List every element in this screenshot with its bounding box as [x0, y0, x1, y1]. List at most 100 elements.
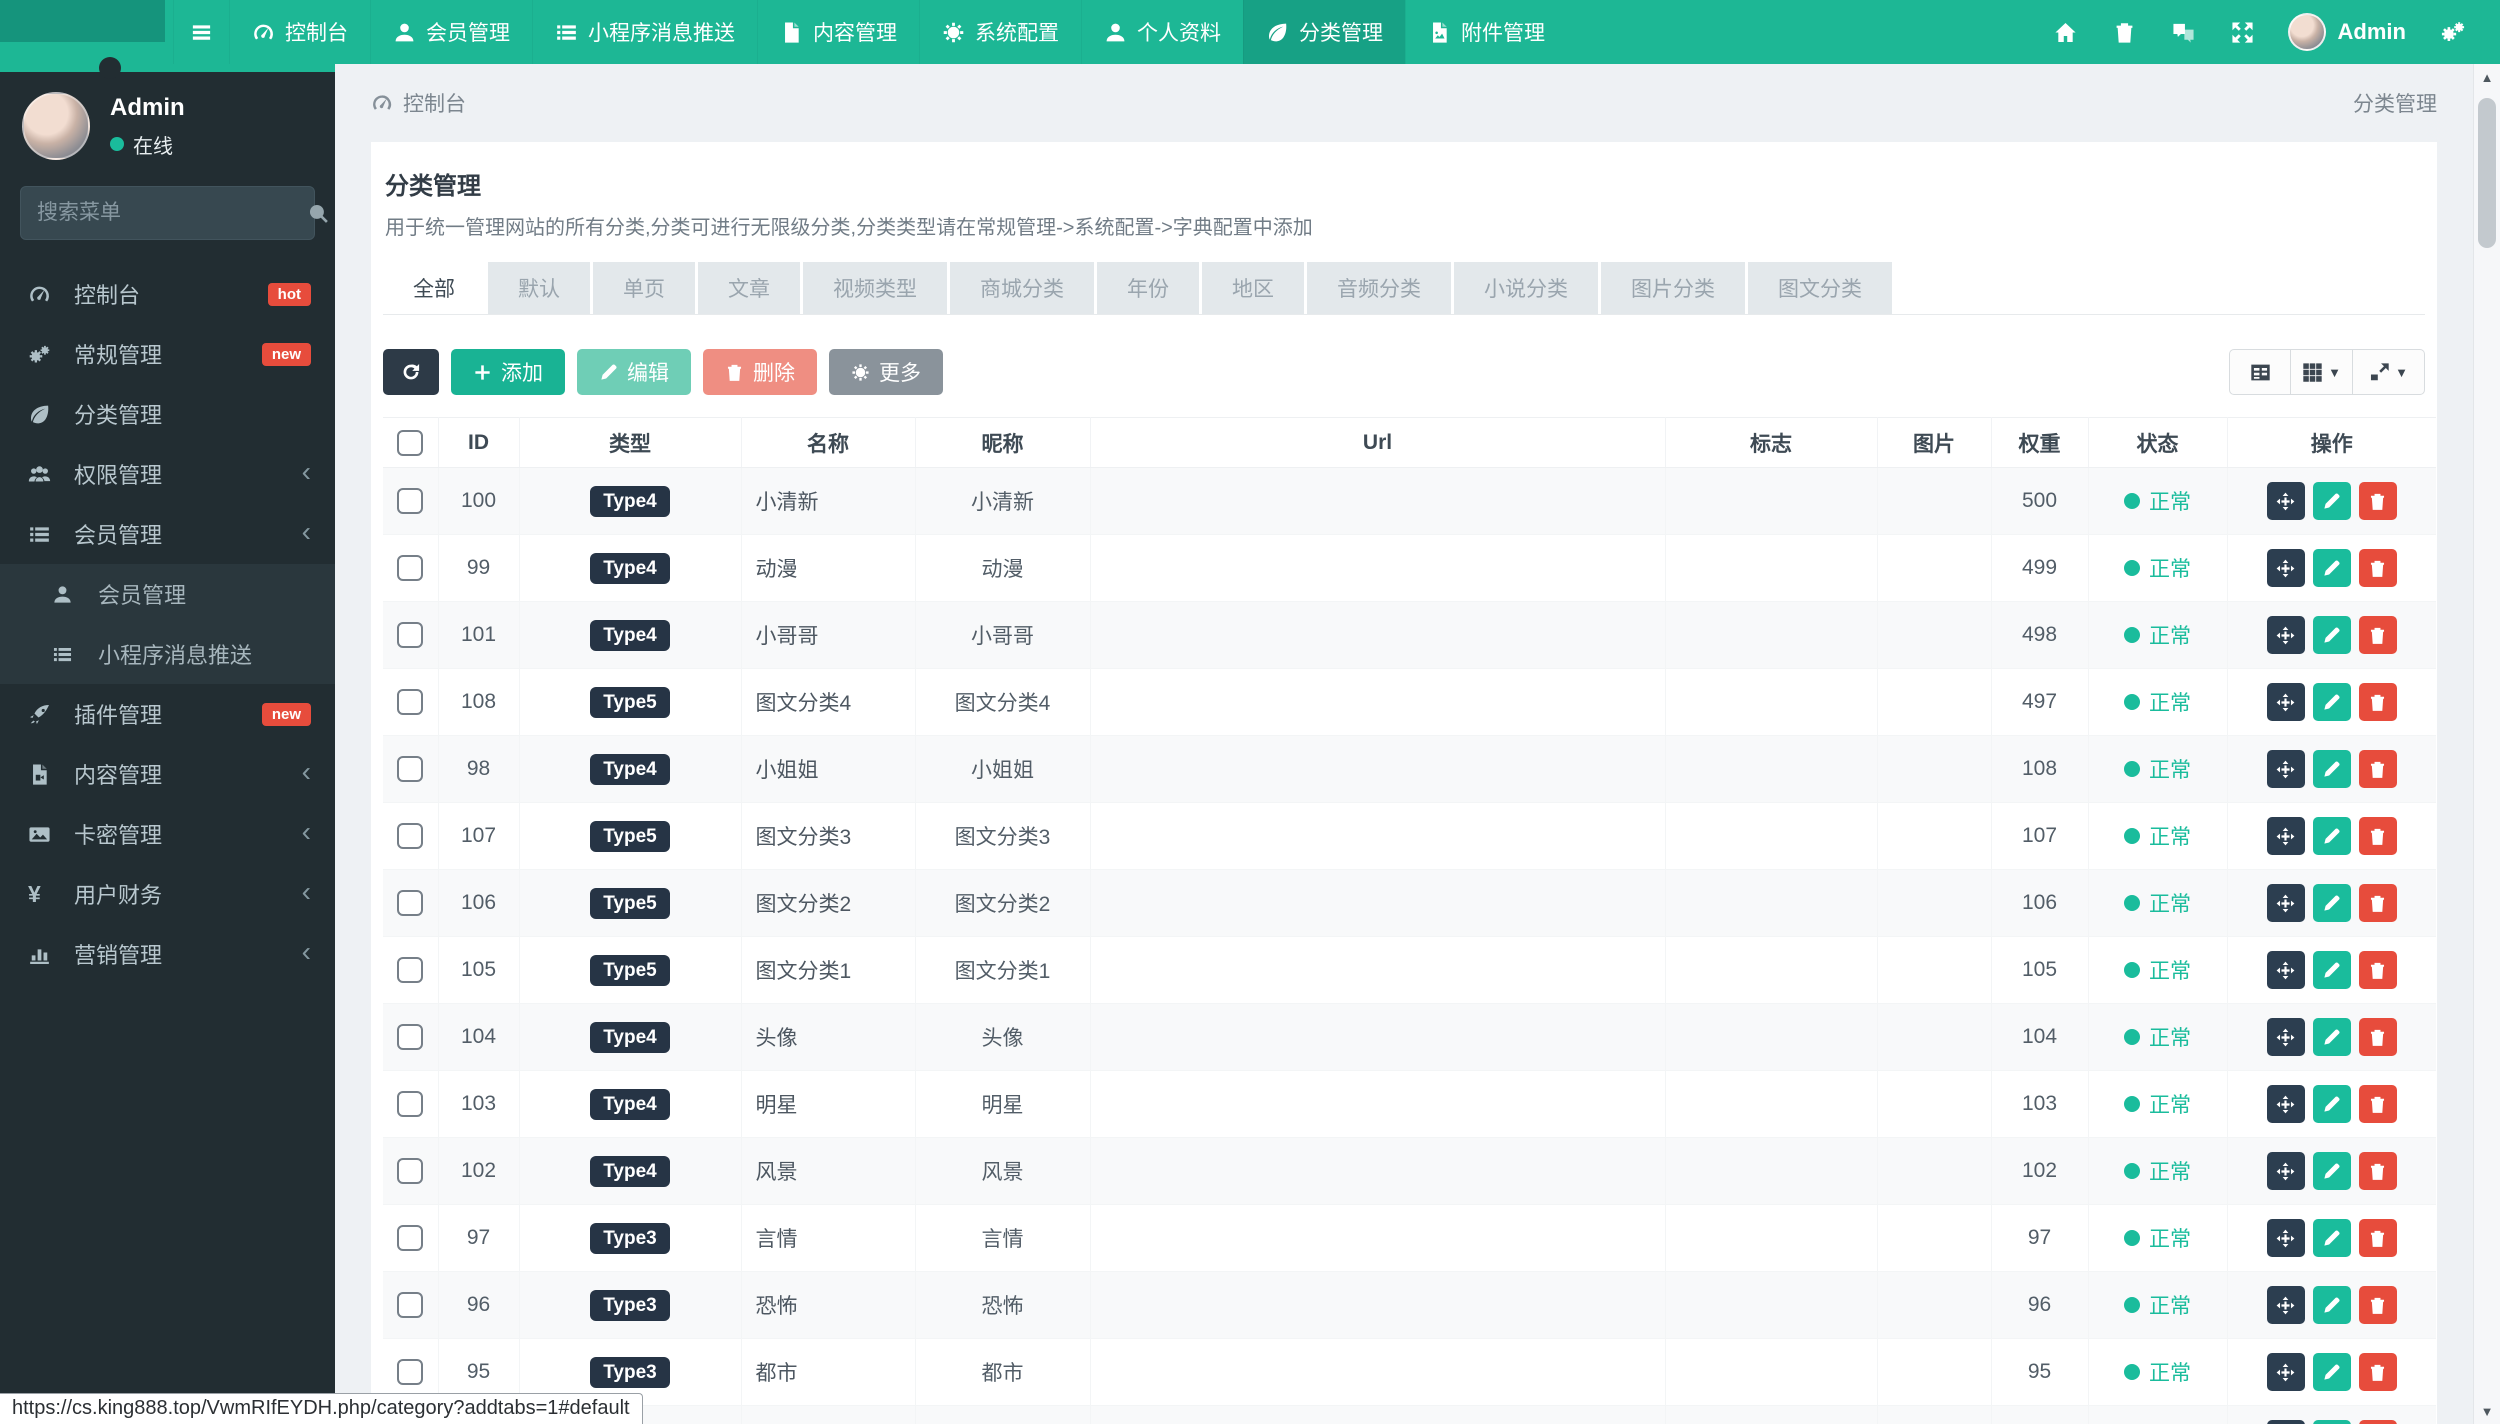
navbar-item-miniapp-push[interactable]: 小程序消息推送: [532, 0, 757, 64]
column-header-5[interactable]: 标志: [1665, 417, 1878, 468]
edit-row-button[interactable]: [2312, 1219, 2351, 1257]
column-header-0[interactable]: ID: [438, 417, 520, 468]
edit-row-button[interactable]: [2312, 884, 2351, 922]
delete-row-button[interactable]: [2358, 616, 2397, 654]
row-checkbox[interactable]: [397, 555, 424, 581]
view-grid-button[interactable]: ▼: [2291, 349, 2353, 395]
delete-row-button[interactable]: [2358, 1420, 2397, 1424]
move-button[interactable]: [2266, 1219, 2305, 1257]
column-header-1[interactable]: 类型: [519, 417, 742, 468]
clear-cache-button[interactable]: [2095, 0, 2154, 64]
move-button[interactable]: [2266, 1152, 2305, 1190]
sidebar-item-content-manage[interactable]: 内容管理 ‹: [0, 744, 335, 804]
row-checkbox[interactable]: [397, 1292, 424, 1318]
tab-all[interactable]: 全部: [383, 262, 485, 314]
sidebar-item-member-manage-sub[interactable]: 会员管理: [0, 564, 335, 624]
edit-row-button[interactable]: [2312, 549, 2351, 587]
tab-default[interactable]: 默认: [488, 262, 590, 314]
move-button[interactable]: [2266, 1353, 2305, 1391]
navbar-item-attachment-manage[interactable]: 附件管理: [1405, 0, 1567, 64]
edit-row-button[interactable]: [2312, 951, 2351, 989]
navbar-item-console[interactable]: 控制台: [229, 0, 370, 64]
move-button[interactable]: [2266, 1286, 2305, 1324]
edit-row-button[interactable]: [2312, 616, 2351, 654]
sidebar-item-general-manage[interactable]: 常规管理 new: [0, 324, 335, 384]
tab-mall[interactable]: 商城分类: [950, 262, 1094, 314]
move-button[interactable]: [2266, 482, 2305, 520]
delete-row-button[interactable]: [2358, 1018, 2397, 1056]
edit-row-button[interactable]: [2312, 482, 2351, 520]
tab-page[interactable]: 单页: [593, 262, 695, 314]
row-checkbox[interactable]: [397, 957, 424, 983]
select-all-checkbox[interactable]: [397, 429, 424, 456]
sidebar-item-user-finance[interactable]: ¥ 用户财务 ‹: [0, 864, 335, 924]
row-checkbox[interactable]: [397, 1091, 424, 1117]
tab-imagetext[interactable]: 图文分类: [1748, 262, 1892, 314]
row-checkbox[interactable]: [397, 1158, 424, 1184]
edit-row-button[interactable]: [2312, 1286, 2351, 1324]
column-header-6[interactable]: 图片: [1877, 417, 1992, 468]
row-checkbox[interactable]: [397, 1024, 424, 1050]
move-button[interactable]: [2266, 616, 2305, 654]
row-checkbox[interactable]: [397, 890, 424, 916]
row-checkbox[interactable]: [397, 689, 424, 715]
column-header-4[interactable]: Url: [1090, 417, 1666, 468]
tab-article[interactable]: 文章: [698, 262, 800, 314]
delete-row-button[interactable]: [2358, 1152, 2397, 1190]
edit-row-button[interactable]: [2312, 683, 2351, 721]
column-header-7[interactable]: 权重: [1991, 417, 2089, 468]
delete-row-button[interactable]: [2358, 750, 2397, 788]
row-checkbox[interactable]: [397, 622, 424, 648]
sidebar-item-category-manage[interactable]: 分类管理: [0, 384, 335, 444]
navbar-item-category-manage[interactable]: 分类管理: [1243, 0, 1405, 64]
search-icon[interactable]: [308, 203, 329, 224]
tab-video-type[interactable]: 视频类型: [803, 262, 947, 314]
navbar-item-member-manage[interactable]: 会员管理: [370, 0, 532, 64]
row-checkbox[interactable]: [397, 488, 424, 514]
edit-row-button[interactable]: [2312, 1353, 2351, 1391]
navbar-item-content-manage[interactable]: 内容管理: [757, 0, 919, 64]
fullscreen-button[interactable]: [2213, 0, 2272, 64]
move-button[interactable]: [2266, 817, 2305, 855]
move-button[interactable]: [2266, 1018, 2305, 1056]
delete-row-button[interactable]: [2358, 884, 2397, 922]
sidebar-item-marketing-manage[interactable]: 营销管理 ‹: [0, 924, 335, 984]
sidebar-item-miniapp-push-sub[interactable]: 小程序消息推送: [0, 624, 335, 684]
move-button[interactable]: [2266, 750, 2305, 788]
navbar-item-menu-toggle[interactable]: [173, 0, 229, 64]
tab-region[interactable]: 地区: [1202, 262, 1304, 314]
delete-row-button[interactable]: [2358, 482, 2397, 520]
delete-row-button[interactable]: [2358, 1353, 2397, 1391]
more-button[interactable]: 更多: [829, 349, 943, 395]
sidebar-item-cardkey-manage[interactable]: 卡密管理 ‹: [0, 804, 335, 864]
row-checkbox[interactable]: [397, 823, 424, 849]
move-button[interactable]: [2266, 683, 2305, 721]
move-button[interactable]: [2266, 549, 2305, 587]
settings-button[interactable]: [2422, 0, 2484, 64]
home-button[interactable]: [2036, 0, 2095, 64]
edit-button[interactable]: 编辑: [577, 349, 691, 395]
row-checkbox[interactable]: [397, 1359, 424, 1385]
view-table-button[interactable]: [2229, 349, 2291, 395]
refresh-button[interactable]: [383, 349, 439, 395]
delete-button[interactable]: 删除: [703, 349, 817, 395]
edit-row-button[interactable]: [2312, 1152, 2351, 1190]
sidebar-item-plugin-manage[interactable]: 插件管理 new: [0, 684, 335, 744]
scroll-down-button[interactable]: ▼: [2474, 1398, 2500, 1424]
language-button[interactable]: [2154, 0, 2213, 64]
delete-row-button[interactable]: [2358, 817, 2397, 855]
column-header-9[interactable]: 操作: [2227, 417, 2436, 468]
move-button[interactable]: [2266, 951, 2305, 989]
tab-audio[interactable]: 音频分类: [1307, 262, 1451, 314]
column-header-2[interactable]: 名称: [741, 417, 916, 468]
move-button[interactable]: [2266, 1085, 2305, 1123]
edit-row-button[interactable]: [2312, 1085, 2351, 1123]
edit-row-button[interactable]: [2312, 750, 2351, 788]
scroll-thumb[interactable]: [2478, 98, 2496, 248]
delete-row-button[interactable]: [2358, 549, 2397, 587]
delete-row-button[interactable]: [2358, 1286, 2397, 1324]
column-header-3[interactable]: 昵称: [915, 417, 1091, 468]
delete-row-button[interactable]: [2358, 1085, 2397, 1123]
tab-picture[interactable]: 图片分类: [1601, 262, 1745, 314]
navbar-item-system-config[interactable]: 系统配置: [919, 0, 1081, 64]
